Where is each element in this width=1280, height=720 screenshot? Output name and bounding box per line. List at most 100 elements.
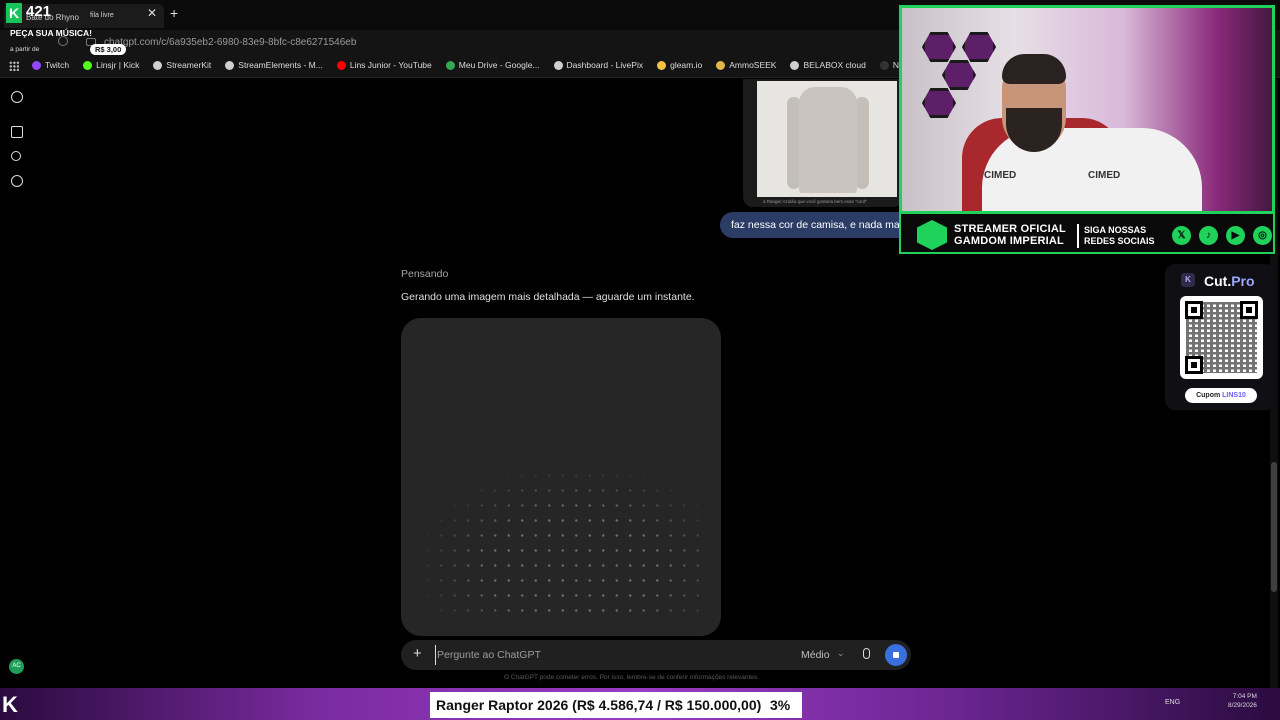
goal-percent: 3% xyxy=(770,697,791,713)
chevron-down-icon[interactable]: ⌄ xyxy=(837,648,845,659)
bookmark-favicon-icon xyxy=(790,60,800,70)
uploaded-shirt-image[interactable]: a Ranger Azulão que você gostaria bem es… xyxy=(743,79,903,207)
song-request-price: R$ 3,00 xyxy=(90,44,127,55)
bookmark-favicon-icon xyxy=(879,60,889,70)
bookmark-label: BELABOX cloud xyxy=(803,60,866,70)
avatar[interactable]: AC xyxy=(9,659,24,674)
banner-follow-line-2: REDES SOCIAIS xyxy=(1084,236,1155,246)
banner-line-1: STREAMER OFICIAL xyxy=(954,223,1066,235)
goal-ticker: Ranger Raptor 2026 (R$ 4.586,74 / R$ 150… xyxy=(430,692,802,718)
bookmark-item[interactable]: Twitch xyxy=(32,60,69,70)
scrollbar-thumb[interactable] xyxy=(1271,462,1277,592)
bookmark-item[interactable]: BELABOX cloud xyxy=(790,60,866,70)
openai-logo-icon[interactable] xyxy=(11,91,23,103)
bookmark-favicon-icon xyxy=(657,60,667,70)
tab-title-secondary[interactable]: fila livre xyxy=(90,12,114,19)
bookmark-label: AmmoSEEK xyxy=(729,60,777,70)
url-field[interactable]: chatgpt.com/c/6a935eb2-6980-83e9-8bfc-c8… xyxy=(104,37,356,48)
goal-text: Ranger Raptor 2026 (R$ 4.586,74 / R$ 150… xyxy=(436,697,762,713)
bookmark-item[interactable]: Meu Drive - Google... xyxy=(445,60,540,70)
bookmark-favicon-icon xyxy=(83,60,93,70)
image-generation-placeholder xyxy=(401,318,721,636)
shirt-logo: CIMED xyxy=(984,170,1017,181)
sponsor-name: Cut.Pro xyxy=(1204,273,1255,289)
thinking-status[interactable]: Pensando xyxy=(401,268,448,280)
bookmark-favicon-icon xyxy=(553,60,563,70)
bookmark-item[interactable]: AmmoSEEK xyxy=(716,60,776,70)
bookmark-item[interactable]: StreamerKit xyxy=(153,60,211,70)
bookmark-item[interactable]: gleam.io xyxy=(657,60,702,70)
apps-grid-icon[interactable] xyxy=(9,61,19,71)
sponsor-name-main: Cut. xyxy=(1204,273,1232,289)
shirt-sleeve-right xyxy=(855,97,869,189)
youtube-icon: ▶ xyxy=(1226,226,1245,245)
close-tab-icon[interactable]: ✕ xyxy=(147,6,157,20)
bookmark-favicon-icon xyxy=(225,60,235,70)
stop-generation-button[interactable] xyxy=(885,644,907,666)
new-chat-icon[interactable] xyxy=(11,126,23,138)
bookmark-label: Linsjr | Kick xyxy=(96,60,140,70)
bookmark-item[interactable]: Lins Junior - YouTube xyxy=(336,60,432,70)
shirt-logo: CIMED xyxy=(1088,170,1121,181)
banner-line-2: GAMDOM IMPERIAL xyxy=(954,235,1064,247)
message-composer: + Médio ⌄ xyxy=(401,640,911,670)
assistant-message: Gerando uma imagem mais detalhada — agua… xyxy=(401,291,695,303)
chat-sidebar: AC xyxy=(0,79,34,688)
bookmark-favicon-icon xyxy=(445,60,455,70)
bookmark-item[interactable]: StreamElements - M... xyxy=(225,60,323,70)
system-clock[interactable]: 7:04 PM 8/29/2026 xyxy=(1228,692,1257,710)
viewer-counter: 421 xyxy=(26,3,52,20)
tiktok-icon: ♪ xyxy=(1199,226,1218,245)
clock-time: 7:04 PM xyxy=(1232,693,1257,700)
instagram-icon: ◎ xyxy=(1253,226,1272,245)
bookmark-label: StreamerKit xyxy=(166,60,212,70)
coupon-code: LINS10 xyxy=(1222,392,1246,399)
clock-date: 8/29/2026 xyxy=(1228,702,1257,709)
shirt-photo xyxy=(757,81,897,197)
disclaimer-text: O ChatGPT pode cometer erros. Por isso, … xyxy=(504,674,759,681)
loading-dots xyxy=(421,468,701,618)
qr-finder xyxy=(1185,301,1203,319)
banner-divider xyxy=(1077,224,1079,248)
kick-logo-icon: K xyxy=(2,692,18,717)
prompt-input[interactable] xyxy=(435,645,735,665)
bookmark-label: StreamElements - M... xyxy=(238,60,323,70)
new-tab-button[interactable]: + xyxy=(170,5,178,21)
add-attachment-icon[interactable]: + xyxy=(413,645,422,662)
bookmark-favicon-icon xyxy=(336,60,346,70)
kick-logo-icon: K xyxy=(6,3,22,23)
qr-finder xyxy=(1185,356,1203,374)
x-icon: 𝕏 xyxy=(1172,226,1191,245)
model-selector[interactable]: Médio xyxy=(801,649,830,661)
bookmark-label: Dashboard - LivePix xyxy=(566,60,644,70)
gamdom-logo-icon xyxy=(917,220,947,250)
sponsor-card: K Cut.Pro Cupom LINS10 xyxy=(1165,264,1275,410)
user-message-bubble: faz nessa cor de camisa, e nada mais xyxy=(720,212,920,238)
bookmark-favicon-icon xyxy=(716,60,726,70)
sponsor-name-accent: Pro xyxy=(1231,273,1255,289)
sponsor-badge-icon: K xyxy=(1181,273,1195,287)
streamer-banner: STREAMER OFICIAL GAMDOM IMPERIAL SIGA NO… xyxy=(899,214,1275,254)
song-request-title: PEÇA SUA MÚSICA! xyxy=(10,28,93,38)
shirt-body xyxy=(799,87,857,193)
bookmark-item[interactable]: Dashboard - LivePix xyxy=(553,60,644,70)
bookmark-item[interactable]: Linsjr | Kick xyxy=(83,60,139,70)
bookmark-favicon-icon xyxy=(153,60,163,70)
qr-code xyxy=(1180,296,1263,379)
microphone-icon[interactable] xyxy=(863,648,870,659)
bookmark-list: Twitch Linsjr | Kick StreamerKit StreamElem… xyxy=(32,60,964,70)
bookmark-label: Twitch xyxy=(45,60,70,70)
webcam-feed: CIMED CIMED xyxy=(899,5,1275,214)
qr-finder xyxy=(1240,301,1258,319)
bookmark-favicon-icon xyxy=(32,60,41,70)
coupon-pill: Cupom LINS10 xyxy=(1185,388,1257,403)
coupon-label: Cupom xyxy=(1196,392,1221,399)
streamer-hair xyxy=(1002,54,1066,84)
banner-follow-line-1: SIGA NOSSAS xyxy=(1084,225,1147,235)
search-icon[interactable] xyxy=(11,151,21,161)
chat-bubble-icon[interactable] xyxy=(11,175,23,187)
bookmark-label: gleam.io xyxy=(670,60,703,70)
image-caption: a Ranger Azulão que você gostaria bem es… xyxy=(763,199,868,204)
language-indicator[interactable]: ENG xyxy=(1165,699,1180,706)
song-request-from-label: a partir de xyxy=(10,46,40,53)
